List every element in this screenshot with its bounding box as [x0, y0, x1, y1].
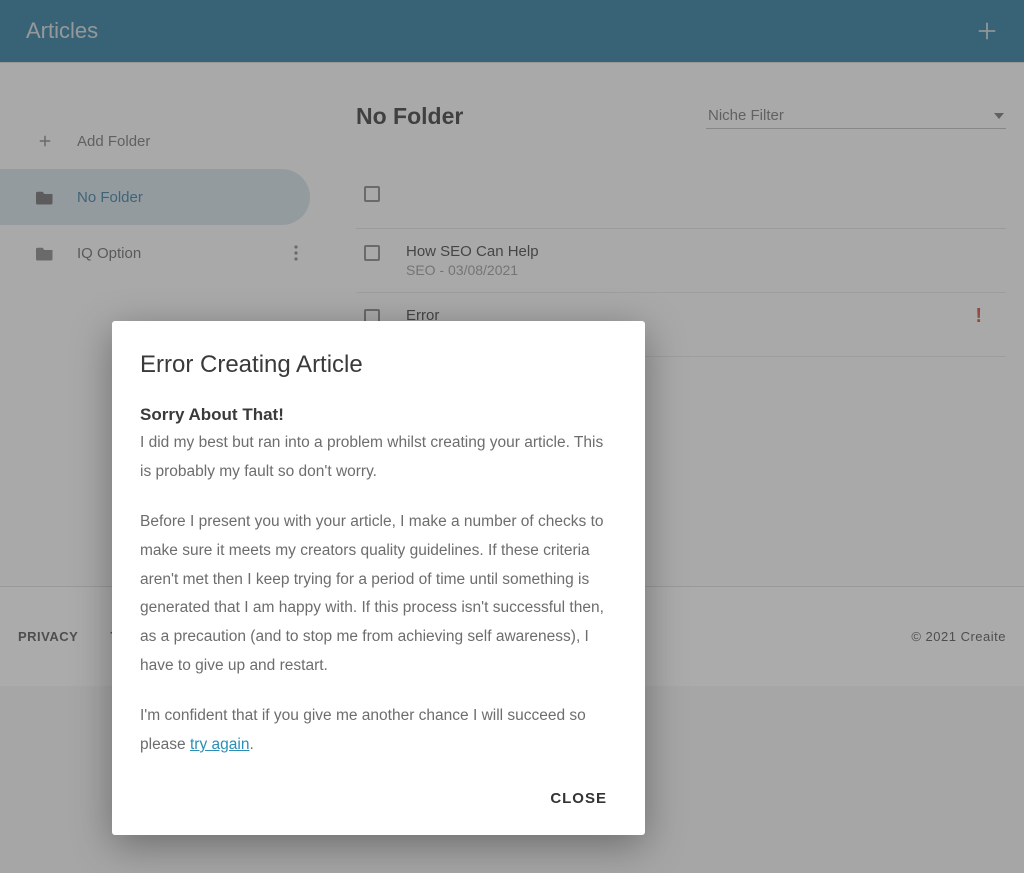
- dialog-actions: CLOSE: [140, 782, 617, 815]
- dialog-para-3: I'm confident that if you give me anothe…: [140, 702, 617, 759]
- dialog-subtitle: Sorry About That!: [140, 405, 617, 425]
- error-dialog: Error Creating Article Sorry About That!…: [112, 321, 645, 835]
- dialog-title: Error Creating Article: [140, 351, 617, 379]
- dialog-period: .: [249, 736, 253, 753]
- dialog-para-2: Before I present you with your article, …: [140, 508, 617, 680]
- dialog-para-1: I did my best but ran into a problem whi…: [140, 429, 617, 486]
- close-button[interactable]: CLOSE: [540, 782, 617, 815]
- try-again-link[interactable]: try again: [190, 736, 249, 753]
